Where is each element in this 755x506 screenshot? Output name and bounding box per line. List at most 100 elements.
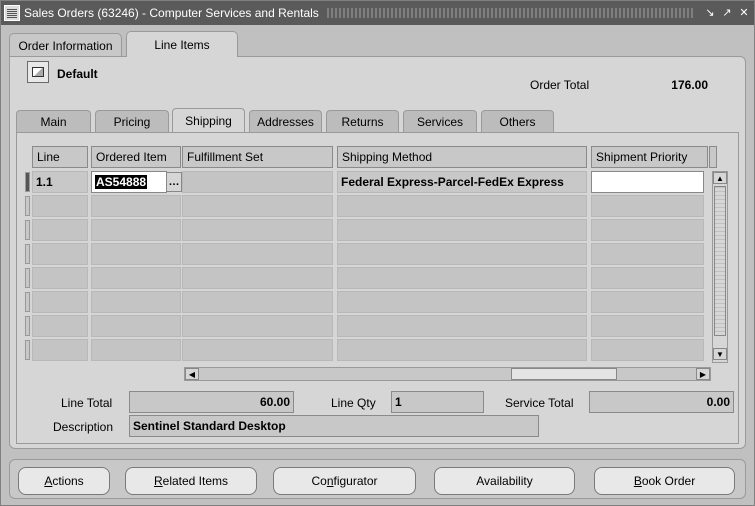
grid-cell[interactable] — [591, 291, 704, 313]
grid-cell[interactable] — [591, 315, 704, 337]
vertical-scroll-thumb[interactable] — [714, 186, 726, 336]
button-bar: Actions Related Items Co n figurator Avail… — [9, 459, 746, 499]
order-total-value: 176.00 — [671, 78, 708, 92]
tab-order-information[interactable]: Order Information — [9, 33, 122, 57]
folder-button[interactable] — [27, 61, 49, 83]
subtab-pricing[interactable]: Pricing — [95, 110, 169, 132]
actions-mnemonic: A — [44, 474, 53, 488]
grid-cell[interactable] — [337, 195, 587, 217]
vertical-scrollbar[interactable]: ▲ ▼ — [712, 171, 728, 363]
grid-cell[interactable] — [591, 243, 704, 265]
grid-cell[interactable] — [32, 243, 88, 265]
row-selector[interactable] — [25, 172, 30, 192]
list-of-values-button[interactable]: … — [166, 172, 182, 192]
title-bar[interactable]: Sales Orders (63246) - Computer Services… — [1, 1, 754, 25]
app-icon — [4, 5, 20, 21]
configurator-mnemonic: n — [326, 474, 334, 488]
horizontal-scroll-thumb[interactable] — [511, 368, 617, 380]
column-header-overflow — [709, 146, 717, 168]
grid-cell[interactable] — [182, 243, 333, 265]
configurator-button[interactable]: Co n figurator — [273, 467, 416, 495]
column-header-shipment-priority[interactable]: Shipment Priority — [591, 146, 708, 168]
grid-cell[interactable] — [32, 291, 88, 313]
scroll-right-icon[interactable]: ▶ — [696, 368, 710, 380]
grid-cell[interactable] — [337, 339, 587, 361]
related-items-label: elated Items — [162, 474, 229, 488]
grid-cell[interactable] — [91, 195, 181, 217]
row-selector[interactable] — [25, 196, 30, 216]
row-selector[interactable] — [25, 340, 30, 360]
grid-cell[interactable] — [91, 315, 181, 337]
grid-cell[interactable] — [337, 243, 587, 265]
grid-cell[interactable] — [32, 219, 88, 241]
scroll-down-icon[interactable]: ▼ — [713, 348, 727, 360]
cell-shipment-priority[interactable] — [591, 171, 704, 193]
cell-ordered-item[interactable]: AS54888 — [91, 171, 167, 193]
column-header-ordered-item[interactable]: Ordered Item — [91, 146, 181, 168]
grid-cell[interactable] — [91, 291, 181, 313]
book-order-label: ook Order — [641, 474, 696, 488]
grid-cell[interactable] — [91, 267, 181, 289]
grid-cell[interactable] — [591, 267, 704, 289]
minimize-icon[interactable]: ↘ — [703, 6, 717, 20]
row-selector[interactable] — [25, 316, 30, 336]
grid-cell[interactable] — [591, 339, 704, 361]
grid-cell[interactable] — [337, 267, 587, 289]
grid-cell[interactable] — [32, 195, 88, 217]
column-header-fulfillment-set[interactable]: Fulfillment Set — [182, 146, 333, 168]
related-items-mnemonic: R — [153, 474, 163, 488]
grid-cell[interactable] — [591, 219, 704, 241]
grid-cell[interactable] — [91, 243, 181, 265]
grid-cell[interactable] — [337, 291, 587, 313]
description-field[interactable]: Sentinel Standard Desktop — [129, 415, 539, 437]
actions-button[interactable]: Actions — [18, 467, 110, 495]
grid-cell[interactable] — [182, 339, 333, 361]
grid-cell[interactable] — [182, 267, 333, 289]
subtab-services[interactable]: Services — [403, 110, 477, 132]
subtab-returns[interactable]: Returns — [326, 110, 399, 132]
grid-cell[interactable] — [337, 219, 587, 241]
grid-cell[interactable] — [182, 195, 333, 217]
grid-cell[interactable] — [91, 219, 181, 241]
folder-icon — [32, 67, 44, 77]
cell-shipping-method[interactable]: Federal Express-Parcel-FedEx Express — [337, 171, 587, 193]
grid-cell[interactable] — [32, 315, 88, 337]
subtab-shipping[interactable]: Shipping — [172, 108, 245, 132]
scroll-left-icon[interactable]: ◀ — [185, 368, 199, 380]
grid-cell[interactable] — [182, 219, 333, 241]
grid-cell[interactable] — [182, 291, 333, 313]
row-selector[interactable] — [25, 292, 30, 312]
scroll-up-icon[interactable]: ▲ — [713, 172, 727, 184]
availability-button[interactable]: Availability — [434, 467, 575, 495]
row-selector[interactable] — [25, 244, 30, 264]
grid-cell[interactable] — [91, 339, 181, 361]
book-order-button[interactable]: Book Order — [594, 467, 735, 495]
grid-cell[interactable] — [591, 195, 704, 217]
grid-cell[interactable] — [32, 339, 88, 361]
service-total-field[interactable]: 0.00 — [589, 391, 734, 413]
row-selector[interactable] — [25, 220, 30, 240]
grid-cell[interactable] — [337, 315, 587, 337]
row-selector[interactable] — [25, 268, 30, 288]
related-items-button[interactable]: Related Items — [125, 467, 257, 495]
tab-line-items[interactable]: Line Items — [126, 31, 238, 57]
grid-cell[interactable] — [32, 267, 88, 289]
line-total-field[interactable]: 60.00 — [129, 391, 294, 413]
title-bar-grip — [326, 8, 695, 18]
column-header-line[interactable]: Line — [32, 146, 88, 168]
grid-cell[interactable] — [182, 315, 333, 337]
line-qty-field[interactable]: 1 — [391, 391, 484, 413]
horizontal-scrollbar[interactable]: ◀ ▶ — [184, 367, 711, 381]
line-items-panel: Default Order Total 176.00 Main Pricing … — [9, 56, 746, 449]
subtab-addresses[interactable]: Addresses — [249, 110, 322, 132]
close-icon[interactable]: ✕ — [737, 6, 751, 20]
maximize-icon[interactable]: ↗ — [720, 6, 734, 20]
cell-fulfillment-set[interactable] — [182, 171, 333, 193]
subtab-main[interactable]: Main — [16, 110, 91, 132]
configurator-label: figurator — [333, 474, 378, 488]
cell-line[interactable]: 1.1 — [32, 171, 88, 193]
column-header-shipping-method[interactable]: Shipping Method — [337, 146, 587, 168]
shipping-panel: Line Ordered Item Fulfillment Set Shippi… — [16, 132, 739, 444]
subtab-others[interactable]: Others — [481, 110, 554, 132]
service-total-label: Service Total — [505, 396, 574, 410]
